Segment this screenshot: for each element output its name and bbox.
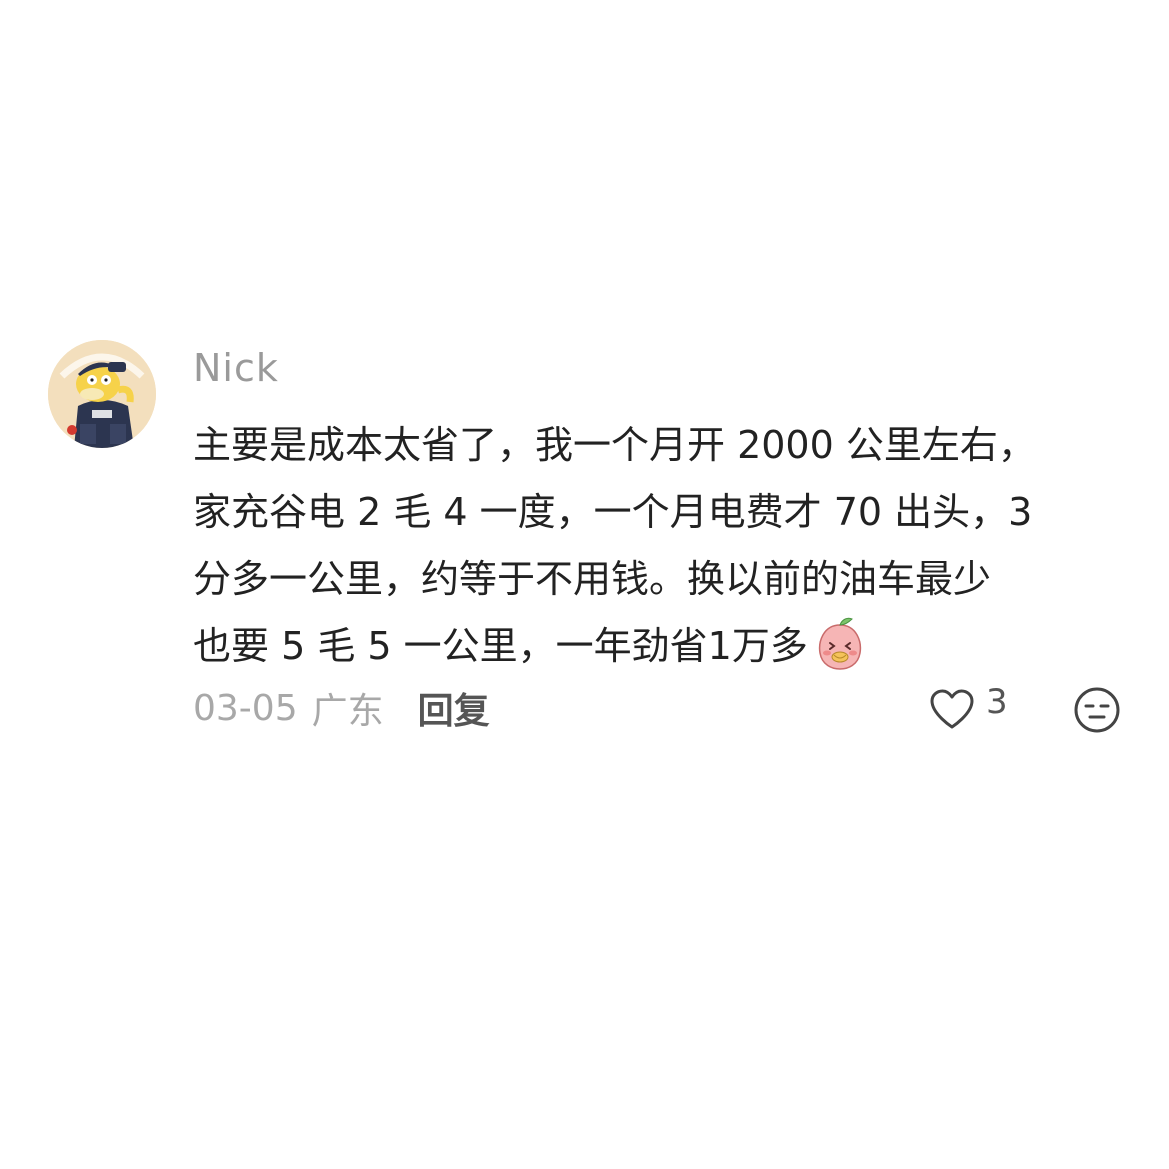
like-count: 3: [986, 682, 1008, 722]
comment-line-text: 也要 5 毛 5 一公里，一年劲省1万多: [193, 624, 808, 668]
reply-button[interactable]: 回复: [418, 682, 490, 734]
comment-date: 03-05: [193, 687, 298, 729]
avatar[interactable]: [48, 340, 156, 448]
comment-page: Nick 主要是成本太省了，我一个月开 2000 公里左右， 家充谷电 2 毛 …: [0, 0, 1169, 1169]
comment-line-last: 也要 5 毛 5 一公里，一年劲省1万多: [193, 613, 1113, 680]
comment-location: 广东: [311, 691, 384, 732]
comment-line: 分多一公里，约等于不用钱。换以前的油车最少: [193, 557, 992, 601]
comment-line: 家充谷电 2 毛 4 一度，一个月电费才 70 出头，3: [193, 490, 1033, 534]
comment-line: 主要是成本太省了，我一个月开 2000 公里左右，: [193, 423, 1036, 467]
peach-eating-emoji-icon: [812, 615, 868, 671]
like-button[interactable]: 3: [928, 682, 1008, 734]
reaction-button[interactable]: [1073, 686, 1121, 734]
unamused-face-icon: [1074, 687, 1120, 733]
heart-outline-icon: [930, 689, 974, 729]
comment-text: 主要是成本太省了，我一个月开 2000 公里左右， 家充谷电 2 毛 4 一度，…: [193, 412, 1113, 680]
username[interactable]: Nick: [193, 346, 279, 390]
psyduck-avatar-icon: [48, 340, 156, 448]
comment-meta: 03-05 广东 回复: [193, 682, 490, 734]
